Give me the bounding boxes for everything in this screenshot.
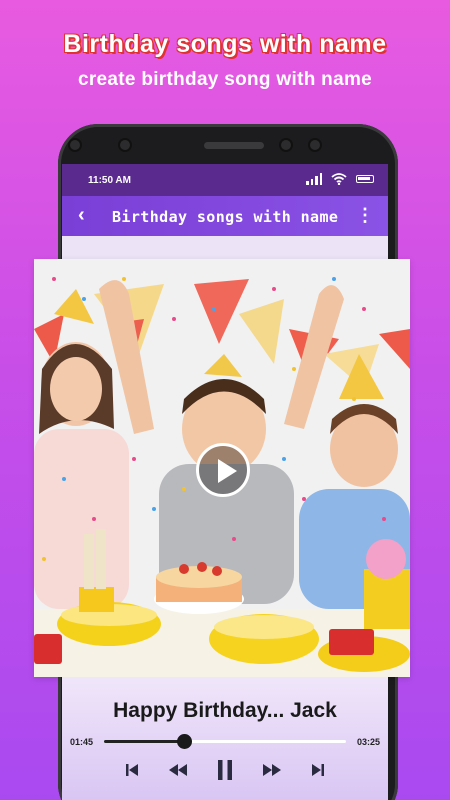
sensor-icon [310, 140, 320, 150]
wifi-icon [331, 173, 347, 185]
current-time: 01:45 [70, 737, 94, 747]
rewind-icon[interactable] [168, 762, 188, 778]
seek-thumb[interactable] [176, 734, 192, 749]
seek-bar[interactable] [104, 734, 346, 749]
skip-previous-icon[interactable] [124, 762, 140, 778]
more-vert-icon[interactable]: ⋮ [356, 205, 374, 226]
seek-bar-progress [104, 740, 184, 743]
back-arrow-icon[interactable]: ‹ [78, 204, 85, 227]
camera-icon [281, 140, 291, 150]
playback-controls [62, 759, 388, 781]
total-time: 03:25 [356, 737, 380, 747]
battery-icon [356, 175, 374, 183]
status-icons [306, 173, 374, 185]
video-thumbnail[interactable] [34, 259, 410, 677]
toolbar-title: Birthday songs with name [112, 208, 339, 226]
promo-headline: Birthday songs with name [63, 30, 387, 58]
pause-icon[interactable] [216, 759, 234, 781]
sensor-icon [70, 140, 80, 150]
phone-top-bezel [58, 124, 398, 168]
skip-next-icon[interactable] [310, 762, 326, 778]
signal-icon [306, 173, 322, 185]
status-time: 11:50 AM [88, 175, 131, 186]
app-toolbar: ‹ Birthday songs with name ⋮ [62, 196, 388, 236]
front-camera-icon [120, 140, 130, 150]
fast-forward-icon[interactable] [262, 762, 282, 778]
status-bar: 11:50 AM [62, 164, 388, 196]
song-title: Happy Birthday... Jack [113, 699, 337, 722]
promo-subheadline: create birthday song with name [77, 69, 373, 90]
play-icon[interactable] [196, 443, 250, 497]
speaker-grille [204, 142, 264, 149]
music-player: Happy Birthday... Jack 01:45 03:25 [62, 677, 388, 800]
